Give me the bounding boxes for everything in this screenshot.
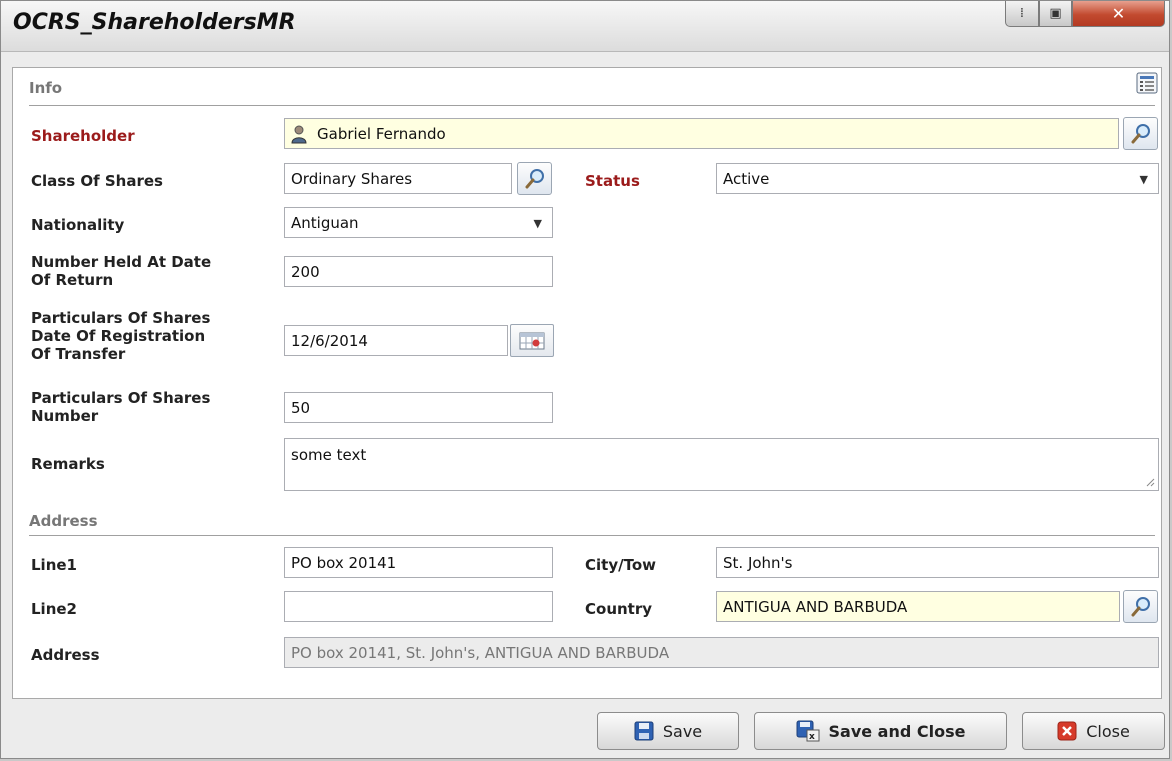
form-info-icon[interactable] <box>1136 72 1158 94</box>
maximize-icon: ▣ <box>1049 6 1062 21</box>
chevron-down-icon: ▼ <box>533 217 542 230</box>
country-field[interactable]: ANTIGUA AND BARBUDA <box>716 591 1120 622</box>
shares-number-label-line1: Particulars Of Shares <box>31 389 211 407</box>
save-button[interactable]: Save <box>597 712 739 750</box>
number-held-label: Number Held At Date Of Return <box>31 253 211 289</box>
status-select[interactable]: Active ▼ <box>716 163 1159 194</box>
registration-date-label-line1: Particulars Of Shares <box>31 309 211 327</box>
city-value: St. John's <box>723 553 793 572</box>
city-label: City/Tow <box>585 556 656 574</box>
title-bar: OCRS_ShareholdersMR ⁞ ▣ ✕ <box>1 1 1169 52</box>
chevron-down-icon: ▼ <box>1139 173 1148 186</box>
class-of-shares-lookup-button[interactable] <box>517 162 552 195</box>
status-label: Status <box>585 172 640 190</box>
nationality-select[interactable]: Antiguan ▼ <box>284 207 553 238</box>
close-button-label: Close <box>1086 721 1130 741</box>
search-icon <box>525 168 544 188</box>
registration-date-label-line2: Date Of Registration <box>31 327 206 345</box>
address-readonly-field: PO box 20141, St. John's, ANTIGUA AND BA… <box>284 637 1159 668</box>
address-section-divider <box>29 535 1155 536</box>
line1-input[interactable]: PO box 20141 <box>284 547 553 578</box>
window-close-button[interactable]: ✕ <box>1072 1 1165 27</box>
remarks-textarea[interactable]: some text <box>284 438 1159 491</box>
number-held-value: 200 <box>291 262 320 281</box>
class-of-shares-field[interactable]: Ordinary Shares <box>284 163 512 194</box>
country-label: Country <box>585 600 653 618</box>
shareholder-lookup-button[interactable] <box>1123 117 1158 150</box>
address-label: Address <box>31 646 100 664</box>
remarks-value: some text <box>291 446 367 464</box>
window-title: OCRS_ShareholdersMR <box>13 10 296 35</box>
address-section-title: Address <box>29 512 98 530</box>
svg-text:x: x <box>809 732 815 742</box>
line1-value: PO box 20141 <box>291 553 397 572</box>
line2-label: Line2 <box>31 600 77 618</box>
nationality-label: Nationality <box>31 216 125 234</box>
dialog-window: OCRS_ShareholdersMR ⁞ ▣ ✕ Info Sharehold… <box>0 0 1170 759</box>
save-and-close-label: Save and Close <box>828 721 966 741</box>
address-value: PO box 20141, St. John's, ANTIGUA AND BA… <box>291 643 670 662</box>
registration-date-label-line3: Of Transfer <box>31 345 126 363</box>
close-red-icon <box>1057 721 1077 741</box>
resize-grip-icon[interactable] <box>1145 477 1155 487</box>
maximize-button[interactable]: ▣ <box>1039 1 1072 27</box>
search-icon <box>1131 596 1150 616</box>
registration-date-label: Particulars Of Shares Date Of Registrati… <box>31 309 210 363</box>
close-button[interactable]: Close <box>1022 712 1165 750</box>
save-and-close-button[interactable]: x Save and Close <box>754 712 1007 750</box>
search-icon <box>1131 123 1150 143</box>
remarks-label: Remarks <box>31 455 105 473</box>
line2-input[interactable] <box>284 591 553 622</box>
class-of-shares-label: Class Of Shares <box>31 172 163 190</box>
status-value: Active <box>723 169 770 188</box>
shareholder-value: Gabriel Fernando <box>317 124 446 143</box>
number-held-label-line2: Of Return <box>31 271 114 289</box>
shares-number-label-line2: Number <box>31 407 99 425</box>
shares-number-value: 50 <box>291 398 311 417</box>
class-of-shares-value: Ordinary Shares <box>291 169 413 188</box>
registration-date-value: 12/6/2014 <box>291 331 368 350</box>
shareholder-label: Shareholder <box>31 127 135 145</box>
restore-icon: ⁞ <box>1019 6 1025 21</box>
line1-label: Line1 <box>31 556 77 574</box>
restore-button[interactable]: ⁞ <box>1005 1 1039 27</box>
city-input[interactable]: St. John's <box>716 547 1159 578</box>
registration-date-input[interactable]: 12/6/2014 <box>284 325 508 356</box>
save-close-icon: x <box>796 720 819 742</box>
save-icon <box>634 721 654 741</box>
calendar-icon <box>519 332 545 349</box>
shares-number-label: Particulars Of Shares Number <box>31 389 210 425</box>
form-panel: Info Shareholder Gabriel Fernando Class <box>12 67 1162 699</box>
country-value: ANTIGUA AND BARBUDA <box>723 597 908 616</box>
info-section-divider <box>29 105 1155 106</box>
number-held-input[interactable]: 200 <box>284 256 553 287</box>
nationality-value: Antiguan <box>291 213 359 232</box>
shareholder-field[interactable]: Gabriel Fernando <box>284 118 1119 149</box>
save-button-label: Save <box>662 721 703 741</box>
date-picker-button[interactable] <box>510 324 554 357</box>
close-icon: ✕ <box>1111 4 1126 23</box>
country-lookup-button[interactable] <box>1123 590 1158 623</box>
number-held-label-line1: Number Held At Date <box>31 253 212 271</box>
shares-number-input[interactable]: 50 <box>284 392 553 423</box>
info-section-title: Info <box>29 79 63 97</box>
person-icon <box>291 125 307 143</box>
